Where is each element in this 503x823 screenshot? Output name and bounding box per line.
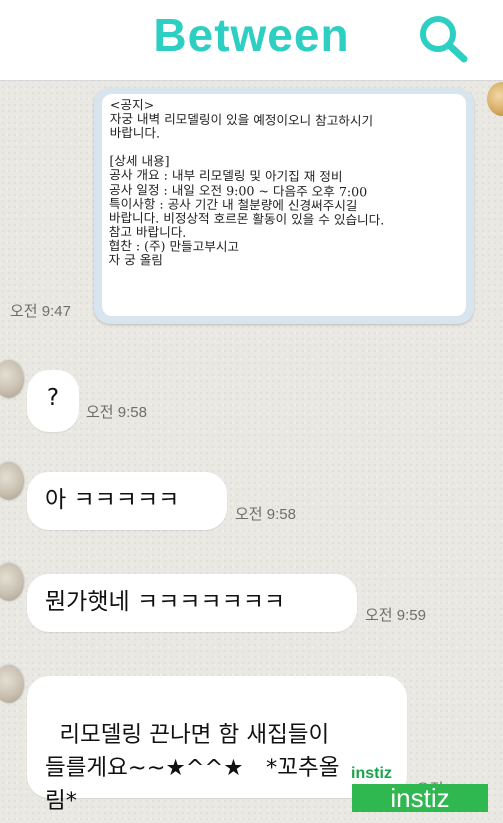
chat-bubble[interactable]: ? [27,370,79,432]
notice-text: <공지> 자궁 내벽 리모델링이 있을 예정이오니 참고하시기 바랍니다. [상… [108,97,385,268]
notice-image-message[interactable]: <공지> 자궁 내벽 리모델링이 있을 예정이오니 참고하시기 바랍니다. [상… [94,88,474,324]
avatar[interactable] [0,360,24,398]
message-time: 오전 9:59 [365,607,426,624]
chat-message-text: 뭔가햇네 ㅋㅋㅋㅋㅋㅋㅋ [45,589,286,615]
app-header: Between [0,0,503,81]
watermark-logo: instiz [352,784,488,812]
avatar[interactable] [0,462,24,500]
chat-bubble[interactable]: 리모델링 끈나면 함 새집들이 들를게요~~★^^★ *꼬추올 림* [27,676,407,814]
watermark-text: instiz [351,765,392,782]
search-icon[interactable] [412,10,476,66]
avatar[interactable] [487,82,503,116]
avatar[interactable] [0,563,24,601]
notice-paper: <공지> 자궁 내벽 리모델링이 있을 예정이오니 참고하시기 바랍니다. [상… [102,94,466,316]
chat-message-text: ? [46,385,60,411]
chat-bubble[interactable]: 뭔가햇네 ㅋㅋㅋㅋㅋㅋㅋ [27,574,357,632]
chat-message-text: 리모델링 끈나면 함 새집들이 들를게요~~★^^★ *꼬추올 림* [45,722,340,814]
message-time: 오전 9:58 [235,506,296,523]
chat-message-text: 아 ㅋㅋㅋㅋㅋ [45,487,180,513]
message-time: 오전 9:47 [10,303,71,320]
message-time: 오전 9:58 [86,404,147,421]
chat-bubble[interactable]: 아 ㅋㅋㅋㅋㅋ [27,472,227,530]
avatar[interactable] [0,665,24,703]
